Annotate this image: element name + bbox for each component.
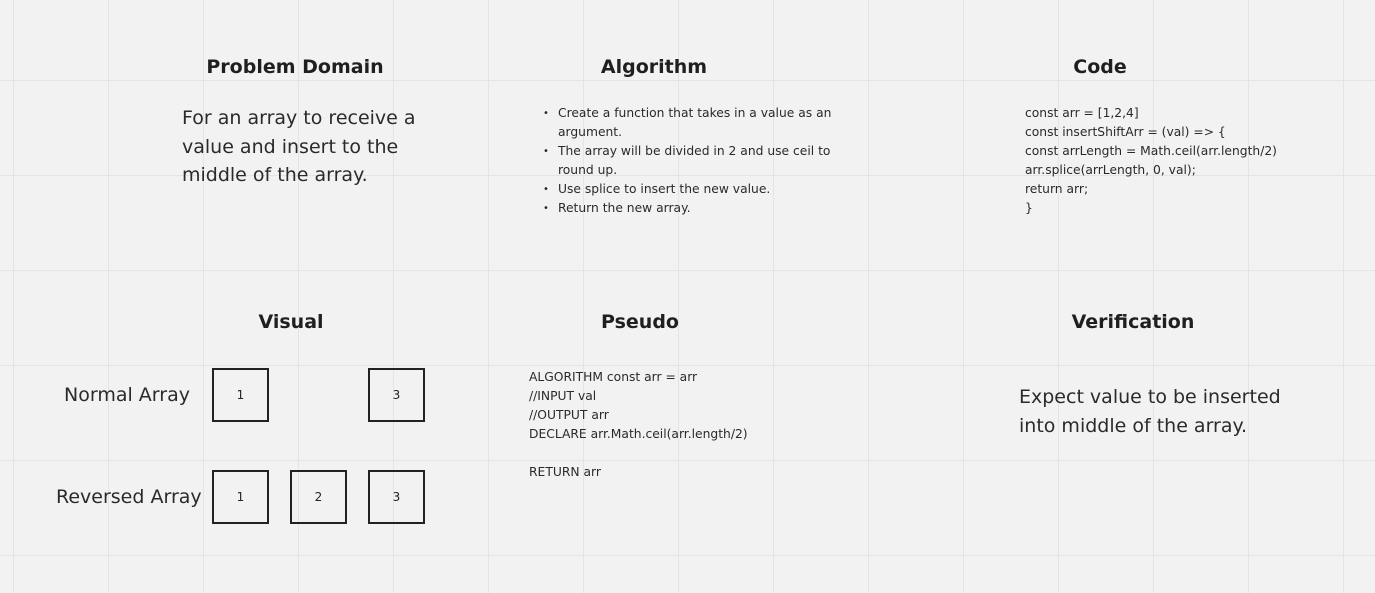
algorithm-steps: Create a function that takes in a value … (530, 104, 840, 218)
verification-text: Expect value to be inserted into middle … (1019, 386, 1281, 437)
code-line: arr.splice(arrLength, 0, val); (1025, 163, 1196, 177)
normal-array-box-3: 3 (368, 368, 425, 422)
algorithm-step: Create a function that takes in a value … (530, 104, 840, 142)
visual-heading: Visual (258, 311, 324, 333)
normal-array-label: Normal Array (64, 384, 190, 406)
code-block: const arr = [1,2,4] const insertShiftArr… (1025, 104, 1355, 218)
normal-array-box-1: 1 (212, 368, 269, 422)
pseudo-line: //INPUT val (529, 389, 597, 403)
algorithm-heading: Algorithm (600, 56, 708, 78)
problem-domain-text: For an array to receive a value and inse… (182, 107, 416, 186)
pseudo-heading: Pseudo (601, 311, 679, 333)
pseudo-line: ALGORITHM const arr = arr (529, 370, 698, 384)
pseudo-block: ALGORITHM const arr = arr //INPUT val //… (529, 368, 829, 482)
code-line: return arr; (1025, 182, 1089, 196)
verification-heading: Verification (1071, 311, 1195, 333)
code-line: } (1025, 201, 1033, 215)
algorithm-step: Use splice to insert the new value. (530, 180, 840, 199)
pseudo-line (529, 444, 829, 463)
problem-domain-heading: Problem Domain (206, 56, 384, 78)
code-line: const arrLength = Math.ceil(arr.length/2… (1025, 144, 1277, 158)
reversed-array-box-1: 1 (212, 470, 269, 524)
reversed-array-label: Reversed Array (56, 486, 202, 508)
code-line: const insertShiftArr = (val) => { (1025, 125, 1226, 139)
pseudo-line: RETURN arr (529, 465, 601, 479)
code-line: const arr = [1,2,4] (1025, 106, 1139, 120)
pseudo-line: DECLARE arr.Math.ceil(arr.length/2) (529, 427, 748, 441)
code-heading: Code (1073, 56, 1127, 78)
algorithm-step: Return the new array. (530, 199, 840, 218)
reversed-array-box-3: 3 (368, 470, 425, 524)
algorithm-step: The array will be divided in 2 and use c… (530, 142, 840, 180)
reversed-array-box-2: 2 (290, 470, 347, 524)
pseudo-line: //OUTPUT arr (529, 408, 609, 422)
